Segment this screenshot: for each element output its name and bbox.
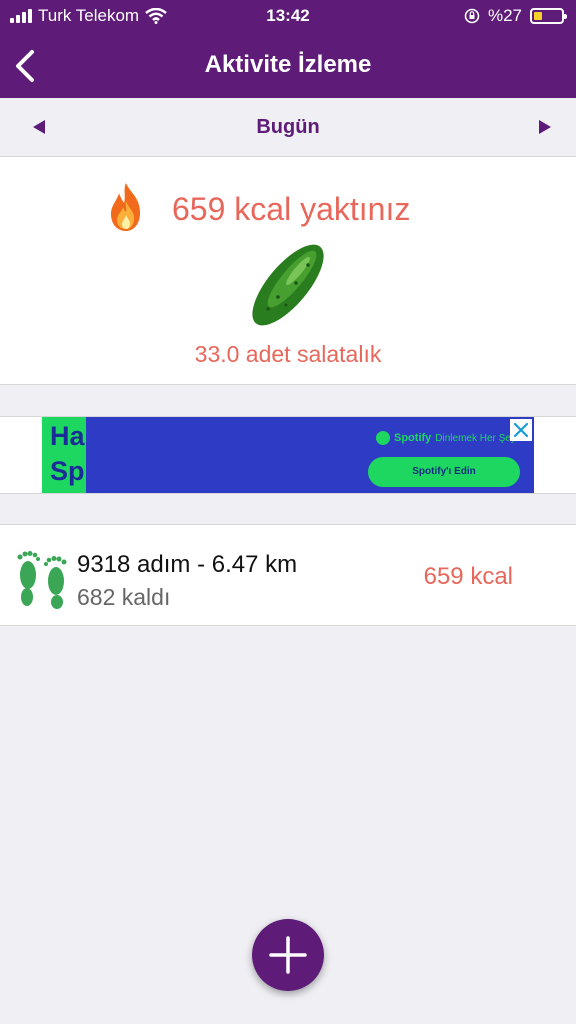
steps-remaining-text: 682 kaldı <box>77 584 171 610</box>
battery-icon <box>530 8 567 24</box>
ad-headline: Ha Sp <box>50 419 85 489</box>
spotify-logo-icon <box>376 431 390 445</box>
footprints-icon <box>17 551 67 609</box>
day-label: Bugün <box>256 116 320 138</box>
ad-brand-row: Spotify Dinlemek Her Şeyd <box>376 431 521 445</box>
spotify-ad-banner[interactable]: Ha Sp Spotify Dinlemek Her Şeyd Spotify'… <box>42 417 534 493</box>
navigation-bar: Aktivite İzleme <box>0 34 576 98</box>
battery-percent: %27 <box>487 6 522 25</box>
ad-headline-line1: Ha <box>50 421 85 451</box>
fire-icon <box>111 183 140 231</box>
ad-container: Ha Sp Spotify Dinlemek Her Şeyd Spotify'… <box>0 416 576 494</box>
ad-brand: Spotify <box>394 432 432 444</box>
cucumber-icon <box>252 244 324 326</box>
ad-tagline: Dinlemek Her Şeyd <box>435 432 522 444</box>
ad-close-button[interactable] <box>510 419 532 441</box>
steps-row[interactable]: 9318 adım - 6.47 km 682 kaldı 659 kcal <box>0 524 576 626</box>
steps-distance-text: 9318 adım - 6.47 km <box>77 551 298 578</box>
calories-burned-text: 659 kcal yaktınız <box>172 191 411 227</box>
add-activity-button[interactable] <box>252 919 324 991</box>
status-bar: Turk Telekom 13:42 %27 <box>0 0 576 34</box>
ad-headline-line2: Sp <box>50 456 85 486</box>
triangle-right-icon <box>539 120 551 134</box>
steps-calories-text: 659 kcal <box>423 563 513 590</box>
plus-icon <box>269 936 307 974</box>
status-right-group: %27 <box>464 6 567 26</box>
day-selector: Bugün <box>0 98 576 157</box>
page-title: Aktivite İzleme <box>204 51 372 78</box>
next-day-button[interactable] <box>534 118 554 136</box>
close-icon <box>513 422 529 438</box>
calories-burned-card: 659 kcal yaktınız 33.0 adet salatalık <box>0 157 576 385</box>
food-equivalent-text: 33.0 adet salatalık <box>194 341 382 367</box>
ad-cta-button[interactable]: Spotify'ı Edin <box>368 457 520 487</box>
orientation-lock-icon <box>464 8 480 24</box>
